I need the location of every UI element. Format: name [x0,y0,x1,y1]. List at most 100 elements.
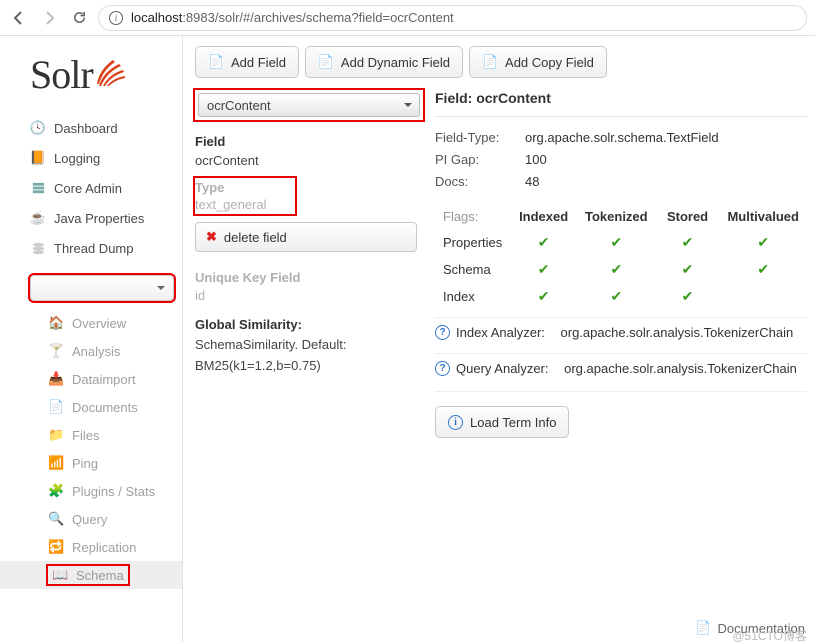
flags-row-name: Schema [437,257,508,282]
subnav-overview[interactable]: 🏠Overview [0,309,182,337]
global-similarity-value: SchemaSimilarity. Default: BM25(k1=1.2,b… [195,335,417,377]
sidebar: Solr 🕓Dashboard 📙Logging Core Admin ☕Jav… [0,36,182,642]
flags-cell: ✔ [510,230,577,255]
flags-table: Flags:IndexedTokenizedStoredMultivalued … [435,203,807,311]
add-copy-field-button[interactable]: 📄Add Copy Field [469,46,607,78]
check-icon: ✔ [682,288,694,304]
check-icon: ✔ [538,234,550,250]
watermark: @51CTO博客 [732,627,807,644]
query-analyzer-row[interactable]: ?Query Analyzer: org.apache.solr.analysi… [435,353,807,383]
core-selector[interactable] [30,275,174,301]
browser-toolbar: i localhost:8983/solr/#/archives/schema?… [0,0,815,36]
load-term-info-button[interactable]: iLoad Term Info [435,406,569,438]
subnav-files[interactable]: 📁Files [0,421,182,449]
search-icon: 🔍 [48,511,64,527]
flags-cell: ✔ [510,284,577,309]
check-icon: ✔ [682,261,694,277]
field-label: Field [195,134,417,149]
add-field-button[interactable]: 📄Add Field [195,46,299,78]
site-info-icon[interactable]: i [109,11,123,25]
java-icon: ☕ [30,210,46,226]
flags-header-label: Flags: [437,205,508,228]
subnav-replication[interactable]: 🔁Replication [0,533,182,561]
flags-header-col: Indexed [510,205,577,228]
type-label: Type [195,180,291,195]
solr-logo: Solr [0,46,182,113]
schema-toolbar: 📄Add Field 📄Add Dynamic Field 📄Add Copy … [195,46,815,90]
subnav-analysis[interactable]: 🍸Analysis [0,337,182,365]
flags-row-name: Index [437,284,508,309]
check-icon: ✔ [538,261,550,277]
ping-icon: 📶 [48,455,64,471]
docs-v: 48 [525,171,539,193]
type-value: text_general [195,197,291,212]
flags-header-col: Tokenized [579,205,654,228]
nav-dashboard[interactable]: 🕓Dashboard [0,113,182,143]
field-select[interactable]: ocrContent [198,93,420,117]
flags-cell: ✔ [510,257,577,282]
document-icon: 📄 [48,399,64,415]
funnel-icon: 🍸 [48,343,64,359]
solr-sun-icon [95,58,127,90]
flags-cell: ✔ [579,230,654,255]
url-text: localhost:8983/solr/#/archives/schema?fi… [131,10,454,25]
global-similarity-label: Global Similarity: [195,317,417,332]
field-type-v: org.apache.solr.schema.TextField [525,127,719,149]
check-icon: ✔ [610,261,622,277]
index-analyzer-row[interactable]: ?Index Analyzer: org.apache.solr.analysi… [435,317,807,347]
nav-logging[interactable]: 📙Logging [0,143,182,173]
doc-icon: 📄 [695,620,711,636]
delete-field-button[interactable]: ✖delete field [195,222,417,252]
help-icon: ? [435,361,450,376]
flags-cell [721,284,805,309]
flags-header-col: Stored [656,205,720,228]
flags-cell: ✔ [656,230,720,255]
layers-icon [30,180,46,196]
subnav-ping[interactable]: 📶Ping [0,449,182,477]
flags-row: Schema ✔ ✔ ✔ ✔ [437,257,805,282]
subnav-documents[interactable]: 📄Documents [0,393,182,421]
flags-cell: ✔ [721,230,805,255]
check-icon: ✔ [682,234,694,250]
unique-key-value: id [195,288,417,303]
import-icon: 📥 [48,371,64,387]
add-dynamic-field-button[interactable]: 📄Add Dynamic Field [305,46,463,78]
flags-cell: ✔ [579,284,654,309]
subnav-dataimport[interactable]: 📥Dataimport [0,365,182,393]
subnav-query[interactable]: 🔍Query [0,505,182,533]
main-panel: 📄Add Field 📄Add Dynamic Field 📄Add Copy … [182,36,815,642]
log-icon: 📙 [30,150,46,166]
check-icon: ✔ [757,234,769,250]
puzzle-icon: 🧩 [48,483,64,499]
flags-cell: ✔ [656,284,720,309]
stack-icon [30,240,46,256]
pi-gap-v: 100 [525,149,547,171]
help-icon: ? [435,325,450,340]
page-icon: 📄 [482,54,498,70]
delete-icon: ✖ [206,229,217,245]
forward-button[interactable] [38,7,60,29]
unique-key-label: Unique Key Field [195,270,417,285]
nav-java-properties[interactable]: ☕Java Properties [0,203,182,233]
page-icon: 📄 [208,54,224,70]
subnav-schema[interactable]: 📖Schema [0,561,182,589]
nav-thread-dump[interactable]: Thread Dump [0,233,182,263]
replication-icon: 🔁 [48,539,64,555]
field-title: Field: ocrContent [435,90,807,117]
nav-core-admin[interactable]: Core Admin [0,173,182,203]
reload-button[interactable] [68,7,90,29]
back-button[interactable] [8,7,30,29]
flags-cell: ✔ [579,257,654,282]
home-icon: 🏠 [48,315,64,331]
field-value: ocrContent [195,153,417,168]
gauge-icon: 🕓 [30,120,46,136]
check-icon: ✔ [610,234,622,250]
flags-cell: ✔ [721,257,805,282]
flags-row: Index✔✔✔ [437,284,805,309]
url-bar[interactable]: i localhost:8983/solr/#/archives/schema?… [98,5,807,31]
field-type-k: Field-Type: [435,127,525,149]
check-icon: ✔ [610,288,622,304]
field-right-panel: Field: ocrContent Field-Type:org.apache.… [435,90,815,438]
docs-k: Docs: [435,171,525,193]
subnav-plugins[interactable]: 🧩Plugins / Stats [0,477,182,505]
